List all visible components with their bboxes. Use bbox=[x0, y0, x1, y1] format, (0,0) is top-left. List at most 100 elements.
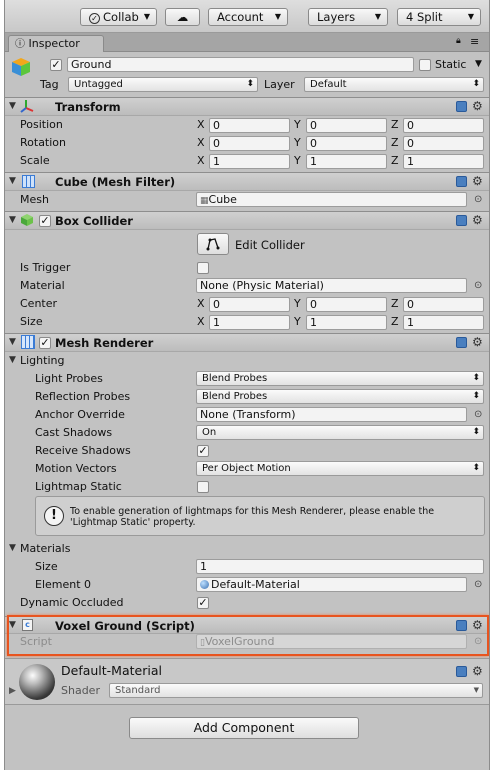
mesh-renderer-header[interactable]: ▼ ✓ Mesh Renderer ⚙ bbox=[5, 333, 489, 352]
gear-icon[interactable]: ⚙ bbox=[472, 175, 483, 187]
scale-y-field[interactable]: 1 bbox=[306, 154, 387, 169]
scale-label: Scale bbox=[20, 154, 50, 167]
cast-shadows-label: Cast Shadows bbox=[35, 426, 113, 439]
position-z-field[interactable]: 0 bbox=[403, 118, 484, 133]
box-collider-enabled-checkbox[interactable]: ✓ bbox=[39, 215, 51, 227]
expand-triangle-icon[interactable]: ▼ bbox=[9, 101, 16, 111]
material-foldout-icon[interactable]: ▶ bbox=[9, 686, 16, 696]
is-trigger-label: Is Trigger bbox=[20, 261, 71, 274]
expand-triangle-icon[interactable]: ▼ bbox=[9, 176, 16, 186]
help-icon[interactable] bbox=[456, 666, 467, 677]
lighting-foldout-label[interactable]: Lighting bbox=[20, 354, 64, 368]
layout-dropdown[interactable]: 4 Split ▼ bbox=[397, 8, 481, 26]
active-checkbox[interactable]: ✓ bbox=[50, 59, 62, 71]
rotation-z-field[interactable]: 0 bbox=[403, 136, 484, 151]
center-z-field[interactable]: 0 bbox=[403, 297, 484, 312]
material-name: Default-Material bbox=[61, 663, 162, 678]
element0-value: Default-Material bbox=[211, 578, 300, 591]
box-collider-header[interactable]: ▼ ✓ Box Collider ⚙ bbox=[5, 211, 489, 230]
updown-icon: ⬍ bbox=[246, 79, 254, 89]
object-name-field[interactable]: Ground bbox=[67, 57, 414, 72]
receive-shadows-checkbox[interactable]: ✓ bbox=[197, 445, 209, 457]
mesh-filter-header[interactable]: ▼ Cube (Mesh Filter) ⚙ bbox=[5, 172, 489, 191]
rotation-x-field[interactable]: 0 bbox=[209, 136, 290, 151]
reflection-probes-label: Reflection Probes bbox=[35, 390, 131, 403]
lock-icon[interactable]: 🔒︎ bbox=[456, 36, 461, 46]
scale-z-field[interactable]: 1 bbox=[403, 154, 484, 169]
reflection-probes-dropdown[interactable]: Blend Probes ⬍ bbox=[196, 389, 484, 404]
anchor-override-field[interactable]: None (Transform) bbox=[196, 407, 467, 422]
motion-vectors-dropdown[interactable]: Per Object Motion ⬍ bbox=[196, 461, 484, 476]
lightmap-static-checkbox[interactable] bbox=[197, 481, 209, 493]
center-y-field[interactable]: 0 bbox=[306, 297, 387, 312]
account-label: Account bbox=[217, 10, 264, 24]
static-dropdown-arrow-icon[interactable]: ▼ bbox=[475, 59, 482, 69]
account-button[interactable]: Account ▼ bbox=[208, 8, 288, 26]
material-label: Material bbox=[20, 279, 65, 292]
center-x-field[interactable]: 0 bbox=[209, 297, 290, 312]
rotation-y-field[interactable]: 0 bbox=[306, 136, 387, 151]
layer-dropdown[interactable]: Default ⬍ bbox=[304, 77, 484, 92]
is-trigger-checkbox[interactable] bbox=[197, 262, 209, 274]
position-y-field[interactable]: 0 bbox=[306, 118, 387, 133]
help-icon[interactable] bbox=[456, 215, 467, 226]
layout-label: 4 Split bbox=[406, 10, 443, 24]
shader-label: Shader bbox=[61, 684, 100, 697]
help-icon[interactable] bbox=[456, 101, 467, 112]
materials-foldout-icon[interactable]: ▼ bbox=[9, 543, 16, 553]
gear-icon[interactable]: ⚙ bbox=[472, 665, 483, 677]
layers-dropdown[interactable]: Layers ▼ bbox=[308, 8, 388, 26]
materials-foldout-label[interactable]: Materials bbox=[20, 542, 70, 556]
size-z-field[interactable]: 1 bbox=[403, 315, 484, 330]
light-probes-dropdown[interactable]: Blend Probes ⬍ bbox=[196, 371, 484, 386]
position-x-field[interactable]: 0 bbox=[209, 118, 290, 133]
gear-icon[interactable]: ⚙ bbox=[472, 214, 483, 226]
object-picker-icon[interactable]: ⊙ bbox=[474, 193, 482, 207]
static-checkbox[interactable] bbox=[419, 59, 431, 71]
help-icon[interactable] bbox=[456, 337, 467, 348]
size-x-field[interactable]: 1 bbox=[209, 315, 290, 330]
object-picker-icon[interactable]: ⊙ bbox=[474, 578, 482, 592]
y-axis-label: Y bbox=[294, 315, 301, 328]
mesh-object-field[interactable]: ▦Cube bbox=[196, 192, 467, 207]
cast-shadows-dropdown[interactable]: On ⬍ bbox=[196, 425, 484, 440]
edit-collider-button[interactable] bbox=[197, 233, 229, 255]
anchor-override-label: Anchor Override bbox=[35, 408, 125, 421]
object-picker-icon[interactable]: ⊙ bbox=[474, 279, 482, 293]
size-y-field[interactable]: 1 bbox=[306, 315, 387, 330]
x-axis-label: X bbox=[197, 136, 205, 149]
updown-icon: ⬍ bbox=[472, 373, 480, 383]
add-component-button[interactable]: Add Component bbox=[129, 717, 359, 739]
element0-field[interactable]: Default-Material bbox=[196, 577, 467, 592]
physic-material-field[interactable]: None (Physic Material) bbox=[196, 278, 467, 293]
top-toolbar: ✓ Collab ▼ ☁ Account ▼ Layers ▼ 4 Split ▼ bbox=[5, 0, 489, 33]
collab-button[interactable]: ✓ Collab ▼ bbox=[80, 8, 157, 26]
dynamic-occluded-checkbox[interactable]: ✓ bbox=[197, 597, 209, 609]
expand-triangle-icon[interactable]: ▼ bbox=[9, 337, 16, 347]
gear-icon[interactable]: ⚙ bbox=[472, 336, 483, 348]
cloud-button[interactable]: ☁ bbox=[165, 8, 200, 26]
z-axis-label: Z bbox=[391, 154, 399, 167]
mesh-filter-icon bbox=[22, 175, 35, 188]
transform-header[interactable]: ▼ Transform ⚙ bbox=[5, 97, 489, 116]
y-axis-label: Y bbox=[294, 136, 301, 149]
motion-vectors-label: Motion Vectors bbox=[35, 462, 117, 475]
shader-dropdown[interactable]: Standard ▼ bbox=[109, 683, 483, 698]
mesh-renderer-enabled-checkbox[interactable]: ✓ bbox=[39, 337, 51, 349]
tag-dropdown[interactable]: Untagged ⬍ bbox=[68, 77, 258, 92]
expand-triangle-icon[interactable]: ▼ bbox=[9, 215, 16, 225]
rotation-label: Rotation bbox=[20, 136, 67, 149]
tag-label: Tag bbox=[40, 78, 59, 91]
gear-icon[interactable]: ⚙ bbox=[472, 100, 483, 112]
materials-size-field[interactable]: 1 bbox=[196, 559, 484, 574]
dropdown-arrow-icon: ▼ bbox=[274, 12, 281, 21]
tab-menu-icon[interactable]: ≡ bbox=[470, 35, 479, 48]
help-icon[interactable] bbox=[456, 176, 467, 187]
x-axis-label: X bbox=[197, 154, 205, 167]
tab-inspector[interactable]: ⓘ Inspector bbox=[8, 35, 104, 52]
scale-x-field[interactable]: 1 bbox=[209, 154, 290, 169]
z-axis-label: Z bbox=[391, 118, 399, 131]
updown-icon: ⬍ bbox=[472, 391, 480, 401]
object-picker-icon[interactable]: ⊙ bbox=[474, 408, 482, 422]
lighting-foldout-icon[interactable]: ▼ bbox=[9, 355, 16, 365]
